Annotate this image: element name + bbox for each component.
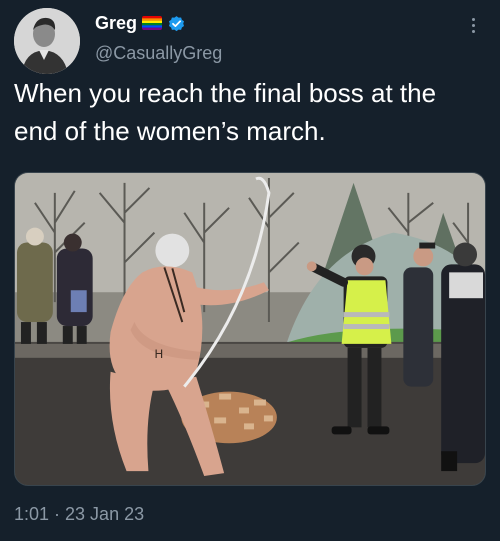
user-handle[interactable]: @CasuallyGreg <box>95 43 222 64</box>
avatar[interactable] <box>14 8 80 74</box>
display-name-row: Greg <box>95 12 186 34</box>
rainbow-flag-icon <box>142 16 163 30</box>
verified-badge-icon <box>167 14 186 33</box>
display-name[interactable]: Greg <box>95 13 137 34</box>
tweet-text: When you reach the final boss at the end… <box>14 78 437 146</box>
tweet-timestamp[interactable]: 1:01 · 23 Jan 23 <box>14 504 144 525</box>
more-options-icon[interactable] <box>466 14 480 36</box>
tweet-photo[interactable]: H <box>14 172 486 486</box>
tweet-card: Greg @CasuallyGreg When you reach the fi… <box>0 0 500 541</box>
svg-text:H: H <box>154 347 163 361</box>
